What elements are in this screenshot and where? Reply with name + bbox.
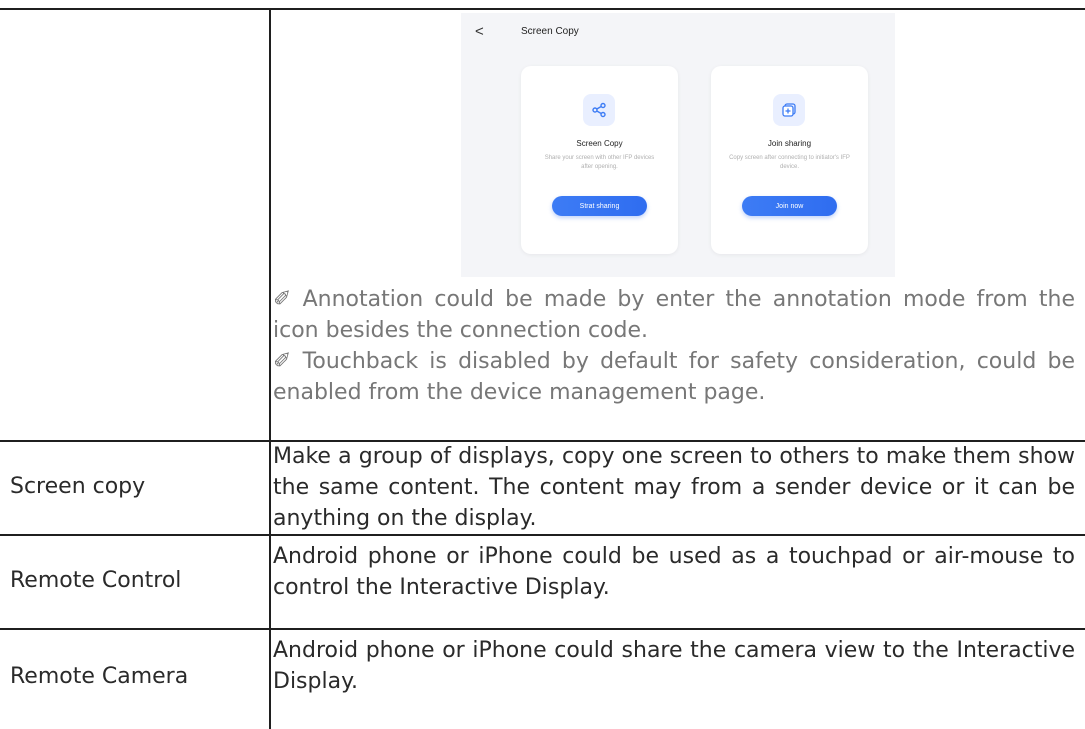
share-icon bbox=[583, 94, 615, 126]
start-sharing-button[interactable]: Strat sharing bbox=[552, 196, 647, 216]
table-column-divider bbox=[269, 8, 271, 729]
note-annotation: ✐ Annotation could be made by enter the … bbox=[273, 284, 1075, 346]
back-arrow-icon[interactable]: < bbox=[475, 23, 484, 40]
join-now-button[interactable]: Join now bbox=[742, 196, 837, 216]
feature-description: Make a group of displays, copy one scree… bbox=[273, 444, 1075, 531]
pencil-icon: ✐ bbox=[273, 287, 292, 312]
screen-copy-screenshot: < Screen Copy Screen Copy Share your scr… bbox=[461, 13, 895, 277]
feature-description: Android phone or iPhone could share the … bbox=[273, 638, 1075, 694]
table-top-border bbox=[0, 8, 1085, 10]
card-title: Screen Copy bbox=[576, 139, 623, 148]
card-title: Join sharing bbox=[767, 139, 812, 148]
feature-name: Remote Control bbox=[10, 568, 182, 593]
note-text: Annotation could be made by enter the an… bbox=[273, 287, 1075, 343]
feature-name: Remote Camera bbox=[10, 664, 189, 689]
card-description: Share your screen with other IFP devices… bbox=[544, 155, 655, 170]
screenshot-title: Screen Copy bbox=[521, 26, 579, 37]
note-text: Touchback is disabled by default for saf… bbox=[273, 349, 1075, 405]
feature-description: Android phone or iPhone could be used as… bbox=[273, 544, 1075, 600]
note-touchback: ✐ Touchback is disabled by default for s… bbox=[273, 346, 1075, 408]
join-screen-icon bbox=[773, 94, 805, 126]
join-sharing-card: Join sharing Copy screen after connectin… bbox=[711, 66, 868, 254]
pencil-icon: ✐ bbox=[273, 349, 292, 374]
card-description: Copy screen after connecting to initiato… bbox=[729, 155, 850, 170]
feature-name: Screen copy bbox=[10, 474, 146, 499]
row-divider bbox=[0, 628, 1085, 630]
screen-copy-card: Screen Copy Share your screen with other… bbox=[521, 66, 678, 254]
row-divider bbox=[0, 534, 1085, 536]
